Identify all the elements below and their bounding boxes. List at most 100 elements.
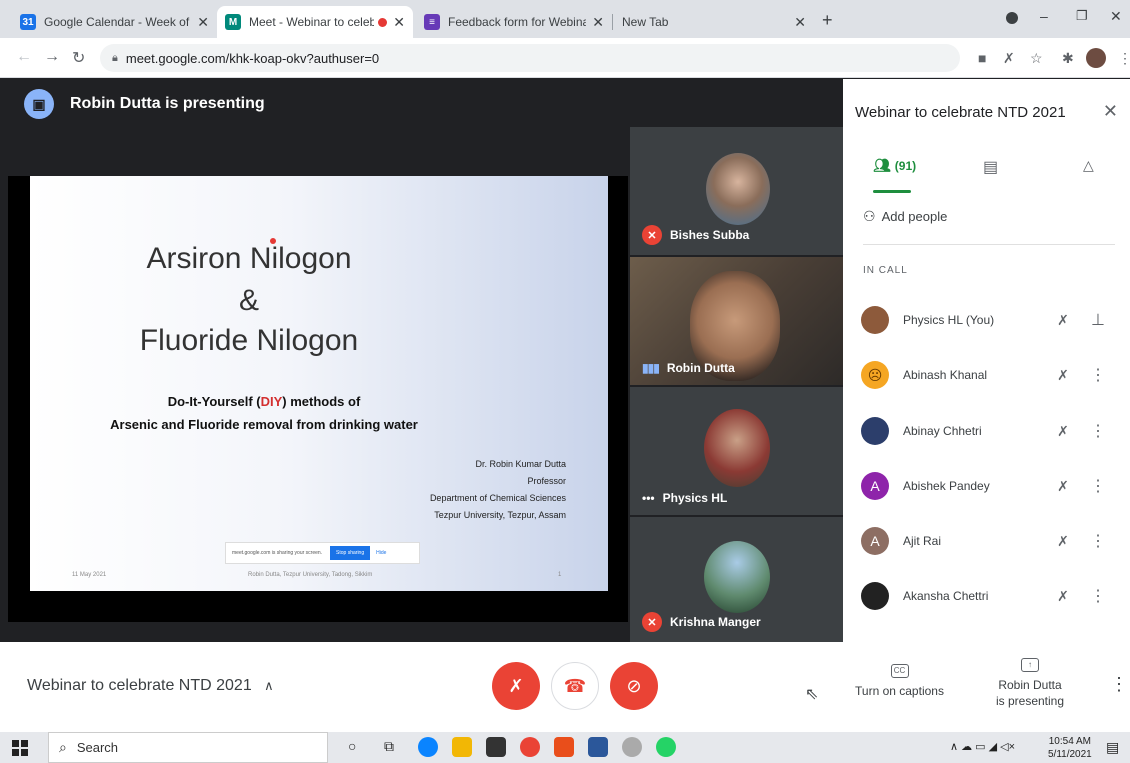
presentation-status-button[interactable]: ↑ Robin Dutta is presenting: [985, 656, 1075, 708]
participant-tile[interactable]: ✕ Bishes Subba: [630, 127, 843, 255]
camera-off-icon: ⊘: [626, 675, 642, 696]
task-view-icon[interactable]: ⧉: [384, 738, 394, 755]
back-icon[interactable]: ←: [16, 48, 32, 66]
participant-tile[interactable]: ▮▮▮ Robin Dutta: [630, 257, 843, 385]
clock[interactable]: 10:54 AM 5/11/2021: [1048, 735, 1092, 761]
more-vert-icon[interactable]: ⋮: [1083, 531, 1113, 551]
participant-name: ✕ Bishes Subba: [642, 225, 749, 245]
office-icon[interactable]: [554, 737, 574, 757]
more-vert-icon[interactable]: ⋮: [1083, 476, 1113, 496]
participant-row[interactable]: ☹ Abinash Khanal ✗ ⋮: [861, 353, 1121, 397]
more-vert-icon[interactable]: ⋮: [1118, 50, 1130, 67]
slide-footer-center: Robin Dutta, Tezpur University, Tadong, …: [248, 572, 373, 578]
credit-name: Dr. Robin Kumar Dutta: [475, 459, 566, 469]
bookmark-star-icon[interactable]: ☆: [1030, 50, 1043, 67]
mic-off-icon[interactable]: ✗: [1043, 367, 1083, 384]
tab-google-calendar[interactable]: 31 Google Calendar - Week of May ✕: [12, 6, 217, 38]
mic-off-icon[interactable]: ✗: [1043, 423, 1083, 440]
profile-indicator-icon[interactable]: [1006, 12, 1018, 24]
presentation-icon: ▣: [24, 89, 54, 119]
reload-icon[interactable]: ↻: [72, 48, 85, 68]
participant-name: Abinash Khanal: [903, 368, 988, 382]
url-field[interactable]: 🔒︎ meet.google.com/khk-koap-okv?authuser…: [100, 44, 960, 72]
calendar-icon: 31: [20, 14, 36, 30]
close-tab-icon[interactable]: ✕: [794, 14, 806, 31]
add-people-button[interactable]: ⚇ Add people: [863, 208, 947, 225]
participant-video: [704, 409, 770, 487]
app-icon[interactable]: [622, 737, 642, 757]
forward-icon[interactable]: →: [44, 48, 60, 66]
divider: [863, 244, 1115, 245]
slide: Arsiron Nilogon & Fluoride Nilogon Do-It…: [30, 176, 608, 591]
captions-label: Turn on captions: [855, 684, 944, 698]
mic-off-icon[interactable]: ✗: [1043, 478, 1083, 495]
mic-off-icon[interactable]: ✗: [1043, 588, 1083, 605]
captions-button[interactable]: CC Turn on captions: [852, 662, 947, 698]
participant-row[interactable]: A Abishek Pandey ✗ ⋮: [861, 464, 1121, 508]
slide-title-line3: Fluoride Nilogon: [139, 324, 359, 357]
tab-people[interactable]: 👥︎ (91): [873, 157, 916, 174]
meeting-details-button[interactable]: Webinar to celebrate NTD 2021 ∧: [27, 677, 274, 695]
participant-row[interactable]: Abinay Chhetri ✗ ⋮: [861, 409, 1121, 453]
close-tab-icon[interactable]: ✕: [197, 14, 209, 31]
avatar: [861, 417, 889, 445]
tab-activities[interactable]: △: [1083, 157, 1094, 174]
cortana-icon[interactable]: ○: [348, 738, 356, 754]
participant-row[interactable]: Akansha Chettri ✗ ⋮: [861, 574, 1121, 618]
hang-up-icon: ☎: [563, 675, 587, 696]
add-person-icon: ⚇: [863, 208, 876, 224]
close-tab-icon[interactable]: ✕: [393, 14, 405, 31]
tab-chat[interactable]: ▤: [983, 157, 998, 177]
more-vert-icon[interactable]: ⋮: [1083, 586, 1113, 606]
minimize-icon[interactable]: –: [1040, 8, 1048, 24]
leave-call-button[interactable]: ☎: [551, 662, 599, 710]
notifications-icon[interactable]: ▤: [1106, 739, 1119, 756]
extensions-icon[interactable]: ✱: [1062, 50, 1074, 67]
slide-title-line1: Arsiron Nilogon: [146, 242, 352, 275]
participant-name: ••• Physics HL: [642, 491, 727, 505]
pin-icon[interactable]: ⊥: [1083, 310, 1113, 330]
mic-off-icon: ✕: [642, 225, 662, 245]
restore-icon[interactable]: ❐: [1076, 8, 1088, 24]
word-icon[interactable]: [588, 737, 608, 757]
participant-tile[interactable]: ••• Physics HL: [630, 387, 843, 515]
time: 10:54 AM: [1048, 736, 1091, 747]
mic-off-icon[interactable]: ✗: [1043, 312, 1083, 329]
participant-name: Abinay Chhetri: [903, 424, 982, 438]
close-window-icon[interactable]: ✕: [1110, 8, 1122, 25]
chrome-icon[interactable]: [520, 737, 540, 757]
close-tab-icon[interactable]: ✕: [592, 14, 604, 31]
tab-feedback-form[interactable]: ≡ Feedback form for Webinar on th ✕: [416, 6, 612, 38]
participant-row[interactable]: Physics HL (You) ✗ ⊥: [861, 298, 1121, 342]
mic-toggle-button[interactable]: ✗: [492, 662, 540, 710]
taskbar-search[interactable]: ⌕ Search: [48, 732, 328, 763]
participant-row[interactable]: A Ajit Rai ✗ ⋮: [861, 519, 1121, 563]
participant-tile[interactable]: ✕ Krishna Manger: [630, 517, 843, 642]
meeting-controls-bar: Webinar to celebrate NTD 2021 ∧ ✗ ☎ ⊘ ⇖ …: [0, 642, 1130, 732]
mic-off-icon[interactable]: ✗: [1043, 533, 1083, 550]
more-vert-icon[interactable]: ⋮: [1083, 421, 1113, 441]
camera-icon[interactable]: ■: [978, 50, 986, 66]
avatar: [861, 582, 889, 610]
file-explorer-icon[interactable]: [452, 737, 472, 757]
browser-tab-bar: 31 Google Calendar - Week of May ✕ M Mee…: [0, 0, 1130, 38]
meeting-name: Webinar to celebrate NTD 2021: [27, 677, 252, 694]
tab-meet[interactable]: M Meet - Webinar to celebrate ✕: [217, 6, 413, 38]
camera-toggle-button[interactable]: ⊘: [610, 662, 658, 710]
edge-icon[interactable]: [418, 737, 438, 757]
whatsapp-icon[interactable]: [656, 737, 676, 757]
hide-popup-button[interactable]: Hide: [376, 550, 386, 556]
store-icon[interactable]: [486, 737, 506, 757]
mic-off-icon: ✕: [642, 612, 662, 632]
more-options-icon[interactable]: ⋮: [1110, 674, 1128, 695]
new-tab-icon[interactable]: +: [822, 10, 833, 31]
people-panel: Webinar to celebrate NTD 2021 ✕ 👥︎ (91) …: [843, 79, 1130, 642]
mic-muted-icon[interactable]: ✗: [1003, 50, 1015, 67]
stop-sharing-button[interactable]: Stop sharing: [330, 546, 371, 560]
system-tray-icons[interactable]: ∧ ☁ ▭ ◢ ◁×: [950, 740, 1015, 753]
tab-new-tab[interactable]: New Tab ✕: [614, 6, 814, 38]
windows-start-icon[interactable]: [12, 740, 28, 756]
more-vert-icon[interactable]: ⋮: [1083, 365, 1113, 385]
profile-avatar[interactable]: [1086, 48, 1106, 68]
close-panel-icon[interactable]: ✕: [1103, 101, 1118, 122]
